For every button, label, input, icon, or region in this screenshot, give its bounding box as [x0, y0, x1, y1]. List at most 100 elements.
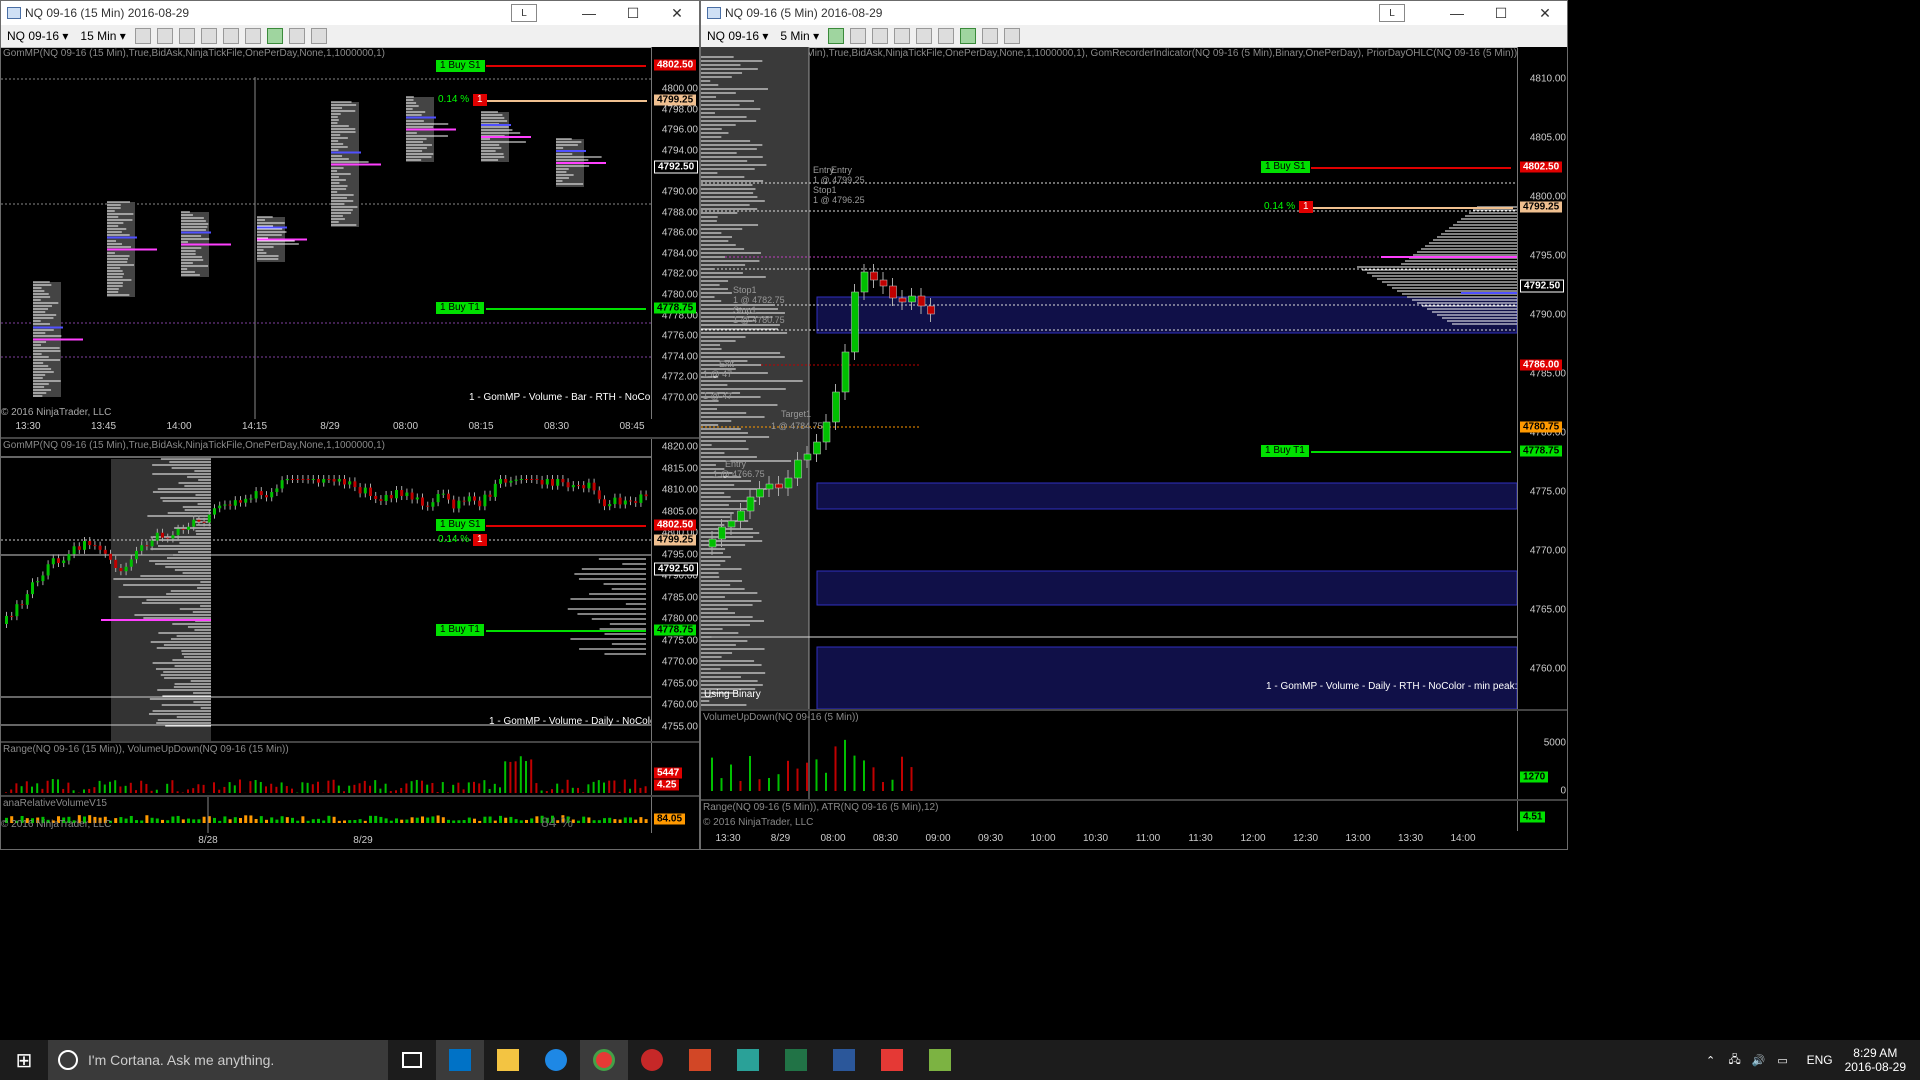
volume-bar: [777, 774, 780, 791]
chart-style-icon[interactable]: [828, 28, 845, 44]
powerpoint-icon[interactable]: [676, 1040, 724, 1080]
cursor-icon[interactable]: [916, 28, 933, 44]
right-chart-window[interactable]: NQ 09-16 (5 Min) 2016-08-29 L — ☐ ✕ NQ 0…: [700, 0, 1568, 850]
edge-icon[interactable]: [532, 1040, 580, 1080]
relvol-bar: [613, 819, 617, 823]
indicators-icon[interactable]: [266, 28, 283, 44]
volume-bar: [509, 761, 512, 793]
clock[interactable]: 8:29 AM 2016-08-29: [1845, 1046, 1906, 1074]
instrument-selector[interactable]: NQ 09-16 ▾: [701, 27, 774, 45]
relvol-bar: [587, 817, 591, 823]
minimize-icon[interactable]: —: [1435, 1, 1479, 25]
strategies-icon[interactable]: [288, 28, 305, 44]
tools-icon[interactable]: [178, 28, 195, 44]
price-tick: 4796.00: [661, 124, 698, 136]
link-button[interactable]: L: [1379, 4, 1405, 22]
price-tick: 4810.00: [661, 484, 698, 496]
file-explorer-icon[interactable]: [484, 1040, 532, 1080]
left-mid-panel[interactable]: GomMP(NQ 09-16 (15 Min),True,BidAsk,Ninj…: [1, 439, 699, 741]
minimize-icon[interactable]: —: [567, 1, 611, 25]
candle-body: [155, 532, 159, 541]
volume-bar: [306, 782, 309, 793]
left-top-panel[interactable]: GomMP(NQ 09-16 (15 Min),True,BidAsk,Ninj…: [1, 47, 699, 419]
candle-body: [93, 545, 97, 547]
relvol-bar: [275, 819, 279, 823]
volume-bar: [379, 788, 382, 793]
volume-icon[interactable]: 🔊: [1747, 1040, 1771, 1080]
right-title-bar[interactable]: NQ 09-16 (5 Min) 2016-08-29 L — ☐ ✕: [701, 1, 1567, 25]
gmail-icon[interactable]: [868, 1040, 916, 1080]
draw-pencil-icon[interactable]: [156, 28, 173, 44]
candle-body: [566, 482, 570, 488]
time-tick: 13:00: [1345, 833, 1371, 844]
price-label-t1: 4778.75: [654, 624, 697, 636]
windows-start-icon[interactable]: ⊞: [0, 1040, 48, 1080]
word-icon[interactable]: [820, 1040, 868, 1080]
relvol-bar: [119, 817, 123, 823]
right-volume-panel[interactable]: VolumeUpDown(NQ 09-16 (5 Min)) 5000 1270…: [701, 711, 1567, 799]
right-range-panel[interactable]: Range(NQ 09-16 (5 Min)), ATR(NQ 09-16 (5…: [701, 801, 1567, 831]
cortana-search[interactable]: I'm Cortana. Ask me anything.: [48, 1040, 388, 1080]
relvol-bar: [473, 818, 476, 823]
volume-bar: [457, 782, 460, 793]
left-title-bar[interactable]: NQ 09-16 (15 Min) 2016-08-29 L — ☐ ✕: [1, 1, 699, 25]
tools-icon[interactable]: [872, 28, 889, 44]
chart-style-icon[interactable]: [134, 28, 151, 44]
link-button[interactable]: L: [511, 4, 537, 22]
properties-icon[interactable]: [310, 28, 327, 44]
volume-bar: [587, 784, 590, 793]
instrument-selector[interactable]: NQ 09-16 ▾: [1, 27, 74, 45]
candle-body: [254, 491, 258, 499]
task-view-icon[interactable]: [388, 1040, 436, 1080]
chrome-icon[interactable]: [580, 1040, 628, 1080]
close-icon[interactable]: ✕: [1523, 1, 1567, 25]
outlook-icon[interactable]: [436, 1040, 484, 1080]
volume-bar: [825, 772, 827, 791]
time-tick: 14:15: [241, 421, 268, 432]
excel-icon[interactable]: [772, 1040, 820, 1080]
relvol-pct: 84 %: [541, 814, 573, 830]
candle-body: [889, 285, 897, 299]
show-hidden-icons[interactable]: ⌃: [1699, 1040, 1723, 1080]
time-tick: 11:30: [1188, 833, 1213, 844]
interval-selector[interactable]: 5 Min ▾: [774, 27, 825, 45]
left-relvol-panel[interactable]: anaRelativeVolumeV15 © 2016 NinjaTrader,…: [1, 797, 699, 833]
zoom-icon[interactable]: [938, 28, 955, 44]
zoom-icon[interactable]: [244, 28, 261, 44]
volume-bar: [561, 789, 564, 793]
interval-selector[interactable]: 15 Min ▾: [74, 27, 131, 45]
tws-icon[interactable]: [724, 1040, 772, 1080]
maximize-icon[interactable]: ☐: [611, 1, 655, 25]
strategies-icon[interactable]: [982, 28, 999, 44]
indicators-icon[interactable]: [960, 28, 977, 44]
buy-s1-line: [486, 525, 646, 527]
candle-body: [540, 479, 544, 485]
language-indicator[interactable]: ENG: [1807, 1053, 1833, 1067]
trade-label: Exit: [719, 359, 735, 369]
volume-bar: [327, 780, 330, 793]
close-icon[interactable]: ✕: [655, 1, 699, 25]
properties-icon[interactable]: [1004, 28, 1021, 44]
eraser-icon[interactable]: [200, 28, 217, 44]
price-tick: 4775.00: [1529, 486, 1566, 498]
maximize-icon[interactable]: ☐: [1479, 1, 1523, 25]
relvol-bar: [187, 818, 190, 823]
app-green-icon[interactable]: [916, 1040, 964, 1080]
ninjatrader-icon[interactable]: [628, 1040, 676, 1080]
relvol-bar: [504, 817, 508, 823]
volume-bar: [530, 759, 533, 793]
relvol-bar: [400, 819, 404, 823]
right-main-panel[interactable]: GomMP(NQ 09-16 (15 Min),True,BidAsk,Ninj…: [701, 47, 1567, 709]
candle-body: [322, 479, 326, 483]
buy-t1-label: 1 Buy T1: [436, 302, 484, 314]
draw-pencil-icon[interactable]: [850, 28, 867, 44]
cursor-icon[interactable]: [222, 28, 239, 44]
left-chart-window[interactable]: NQ 09-16 (15 Min) 2016-08-29 L — ☐ ✕ NQ …: [0, 0, 700, 850]
left-range-panel[interactable]: Range(NQ 09-16 (15 Min)), VolumeUpDown(N…: [1, 743, 699, 795]
candle-body: [41, 575, 45, 582]
network-icon[interactable]: 🖧: [1723, 1040, 1747, 1080]
volume-label: 1270: [1520, 771, 1549, 783]
volume-bar: [634, 779, 637, 793]
notifications-icon[interactable]: ▭: [1771, 1040, 1795, 1080]
eraser-icon[interactable]: [894, 28, 911, 44]
